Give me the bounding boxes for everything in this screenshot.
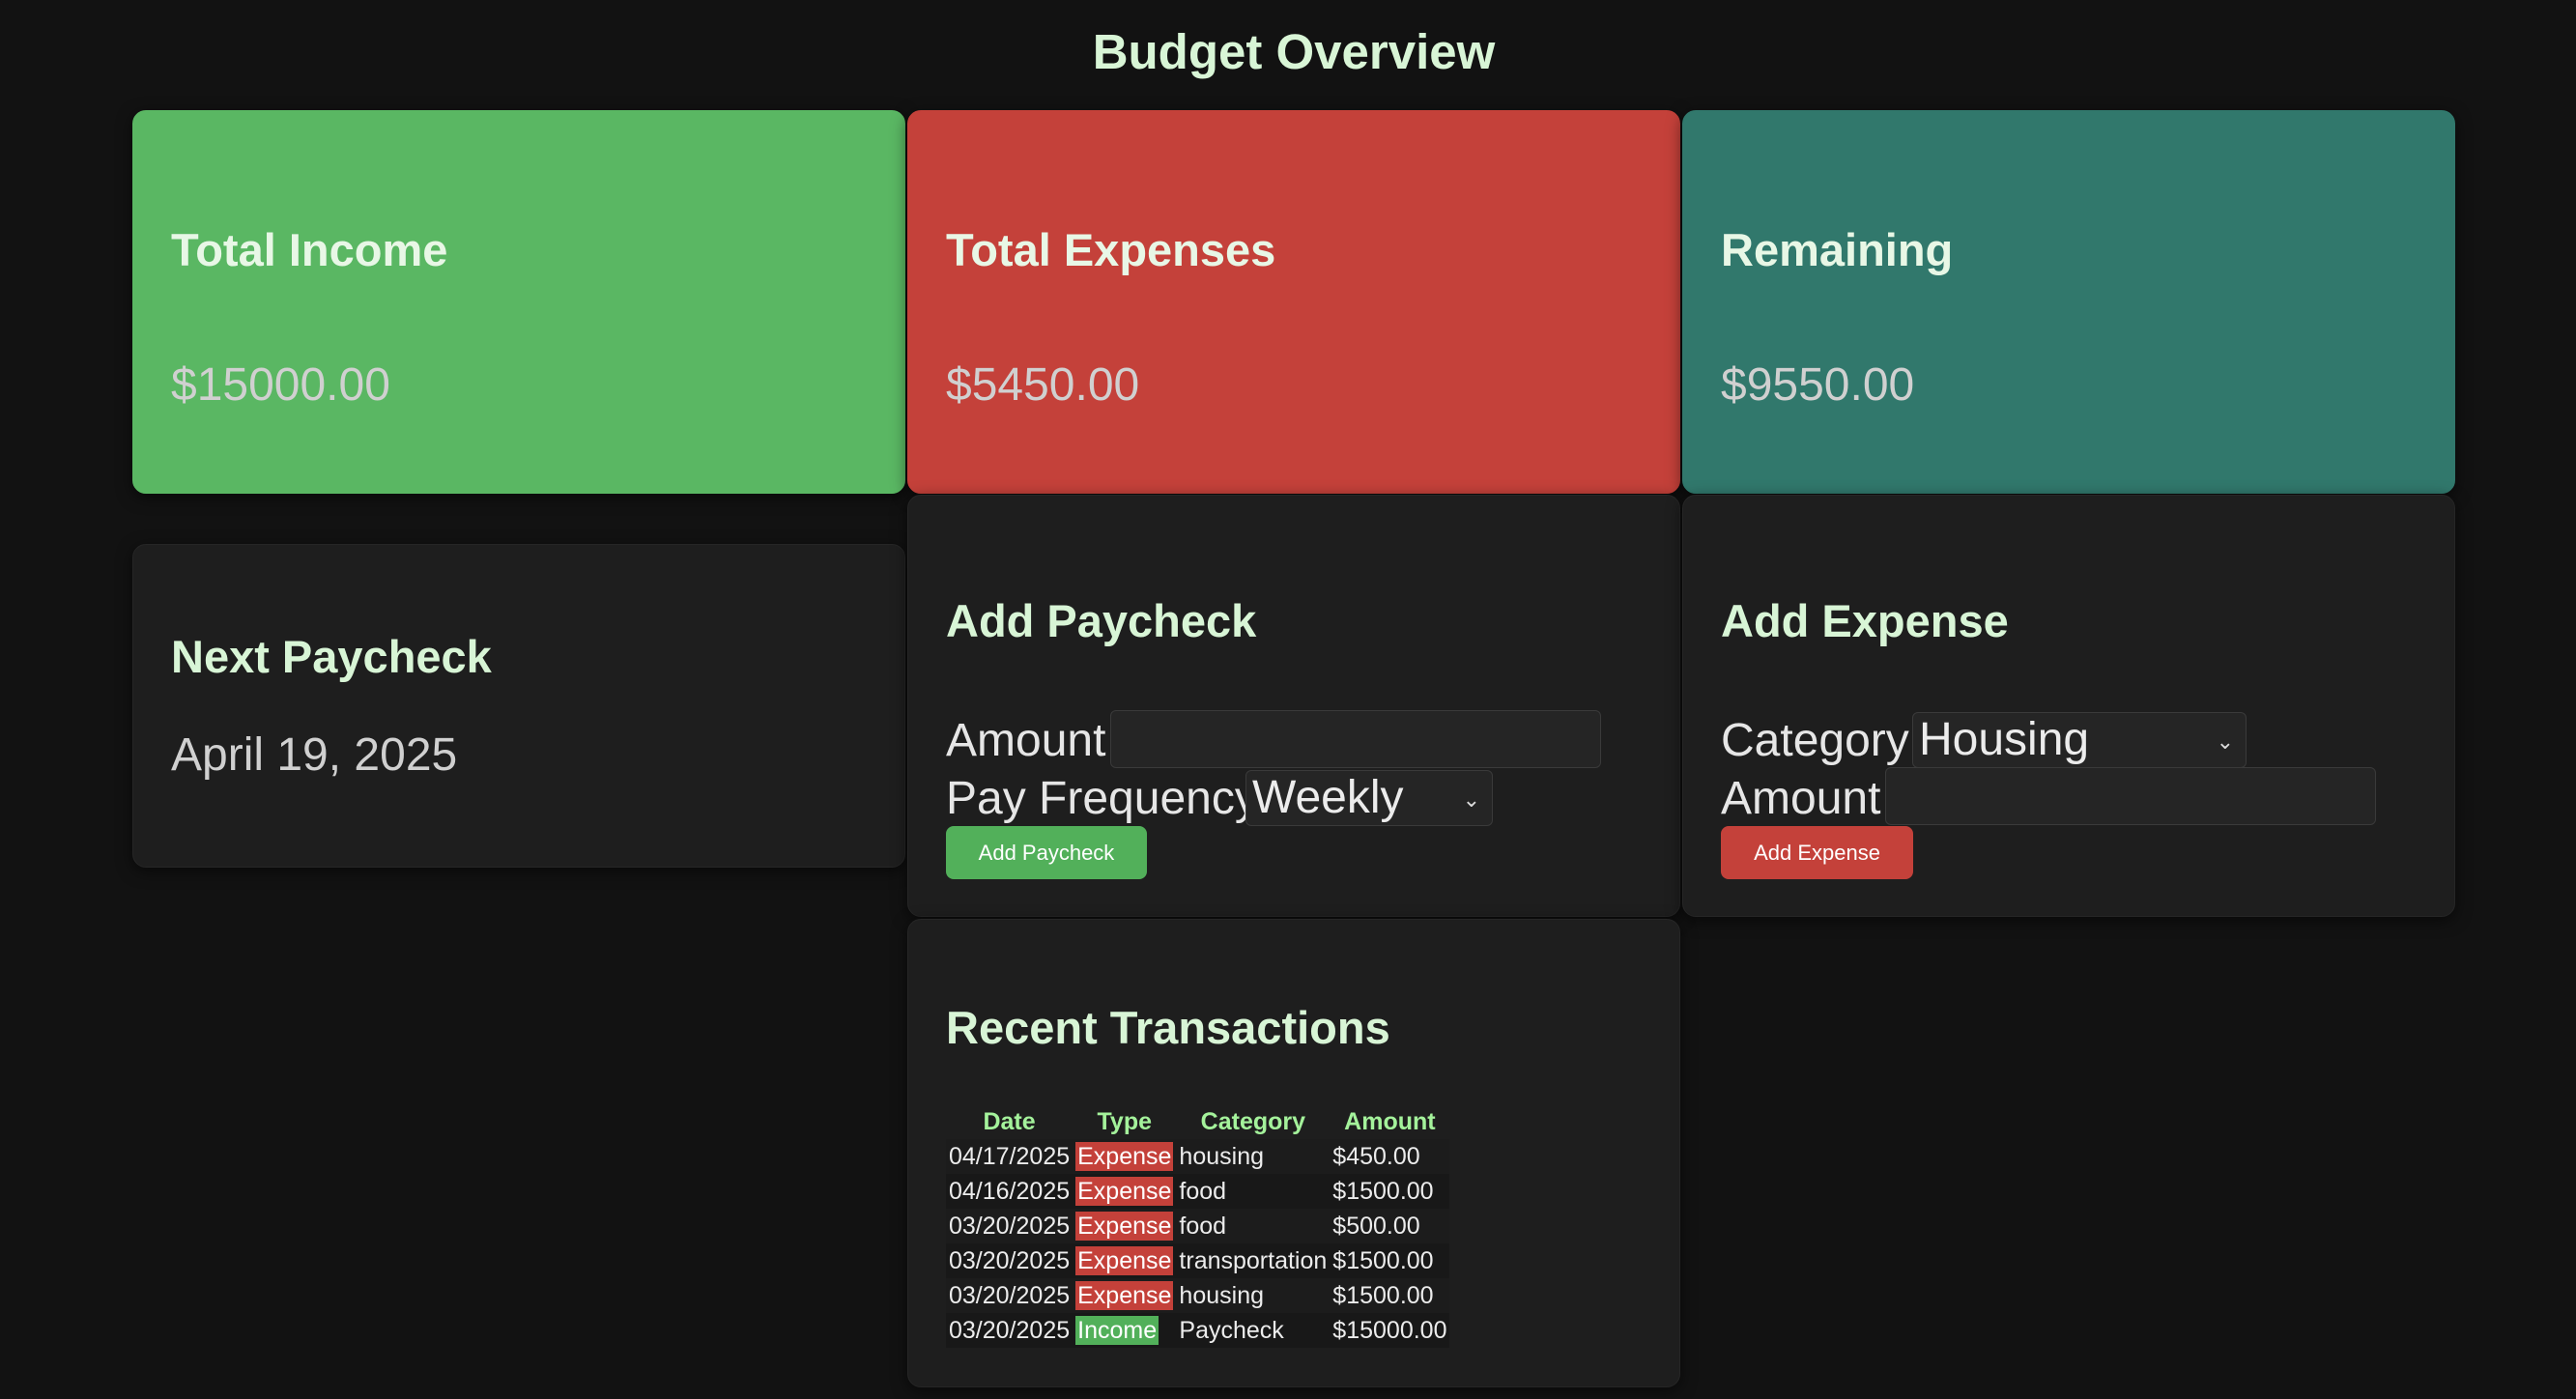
table-row: 03/20/2025 Expense food $500.00 <box>946 1209 1450 1243</box>
table-row: 04/16/2025 Expense food $1500.00 <box>946 1174 1450 1209</box>
row-date: 03/20/2025 <box>946 1313 1073 1348</box>
row-amount: $500.00 <box>1330 1209 1450 1243</box>
table-header-row: Date Type Category Amount <box>946 1104 1449 1139</box>
total-expenses-label: Total Expenses <box>946 224 1276 275</box>
column-header-type: Type <box>1097 1107 1153 1135</box>
table-row: 04/17/2025 Expense housing $450.00 <box>946 1139 1450 1174</box>
expense-amount-input[interactable] <box>1885 767 2376 825</box>
pay-frequency-select[interactable]: Weekly ⌄ <box>1245 770 1493 826</box>
row-amount: $1500.00 <box>1330 1243 1450 1278</box>
next-paycheck-card: Next Paycheck April 19, 2025 <box>132 544 905 868</box>
total-expenses-value: $5450.00 <box>946 359 1140 411</box>
expense-category-select[interactable]: Housing ⌄ <box>1912 712 2247 768</box>
add-paycheck-card: Add Paycheck Amount Pay Frequency Weekly… <box>907 495 1680 917</box>
total-income-label: Total Income <box>171 224 448 275</box>
chevron-down-icon: ⌄ <box>2216 729 2234 754</box>
column-header-category: Category <box>1200 1107 1306 1135</box>
remaining-label: Remaining <box>1721 224 1954 275</box>
row-amount: $450.00 <box>1330 1139 1450 1174</box>
row-date: 04/17/2025 <box>946 1139 1073 1174</box>
row-date: 03/20/2025 <box>946 1278 1073 1313</box>
table-row: 03/20/2025 Expense housing $1500.00 <box>946 1278 1450 1313</box>
row-amount: $15000.00 <box>1330 1313 1450 1348</box>
pay-frequency-label: Pay Frequency <box>946 773 1258 824</box>
next-paycheck-date: April 19, 2025 <box>171 729 458 781</box>
remaining-value: $9550.00 <box>1721 359 1915 411</box>
row-category: transportation <box>1176 1243 1331 1278</box>
add-paycheck-title: Add Paycheck <box>946 595 1257 646</box>
table-row: 03/20/2025 Expense transportation $1500.… <box>946 1243 1450 1278</box>
expense-amount-label: Amount <box>1721 773 1881 824</box>
row-category: food <box>1176 1209 1331 1243</box>
total-expenses-card: Total Expenses $5450.00 <box>907 110 1680 494</box>
column-header-date: Date <box>983 1107 1036 1135</box>
page-title: Budget Overview <box>1092 24 1496 79</box>
type-badge: Expense <box>1075 1142 1174 1171</box>
type-badge: Expense <box>1075 1177 1174 1206</box>
transactions-table: Date Type Category Amount 04/17/2025 Exp… <box>946 1104 1450 1348</box>
table-row: 03/20/2025 Income Paycheck $15000.00 <box>946 1313 1450 1348</box>
chevron-down-icon: ⌄ <box>1462 787 1480 812</box>
add-expense-title: Add Expense <box>1721 595 2009 646</box>
row-amount: $1500.00 <box>1330 1278 1450 1313</box>
row-date: 03/20/2025 <box>946 1209 1073 1243</box>
remaining-card: Remaining $9550.00 <box>1682 110 2455 494</box>
column-header-amount: Amount <box>1344 1107 1436 1135</box>
total-income-value: $15000.00 <box>171 359 390 411</box>
row-category: housing <box>1176 1139 1331 1174</box>
next-paycheck-title: Next Paycheck <box>171 631 492 682</box>
add-expense-button[interactable]: Add Expense <box>1721 826 1913 879</box>
expense-category-label: Category <box>1721 715 1909 766</box>
paycheck-amount-label: Amount <box>946 715 1106 766</box>
row-amount: $1500.00 <box>1330 1174 1450 1209</box>
add-expense-card: Add Expense Category Housing ⌄ Amount Ad… <box>1682 495 2455 917</box>
row-date: 03/20/2025 <box>946 1243 1073 1278</box>
row-category: housing <box>1176 1278 1331 1313</box>
recent-transactions-title: Recent Transactions <box>946 1002 1390 1053</box>
expense-category-value: Housing <box>1919 714 2090 765</box>
row-category: food <box>1176 1174 1331 1209</box>
total-income-card: Total Income $15000.00 <box>132 110 905 494</box>
row-category: Paycheck <box>1176 1313 1331 1348</box>
paycheck-amount-input[interactable] <box>1110 710 1601 768</box>
add-paycheck-button[interactable]: Add Paycheck <box>946 826 1147 879</box>
type-badge: Expense <box>1075 1246 1174 1275</box>
pay-frequency-value: Weekly <box>1252 772 1404 823</box>
type-badge: Expense <box>1075 1281 1174 1310</box>
type-badge: Expense <box>1075 1212 1174 1241</box>
type-badge: Income <box>1075 1316 1159 1345</box>
row-date: 04/16/2025 <box>946 1174 1073 1209</box>
